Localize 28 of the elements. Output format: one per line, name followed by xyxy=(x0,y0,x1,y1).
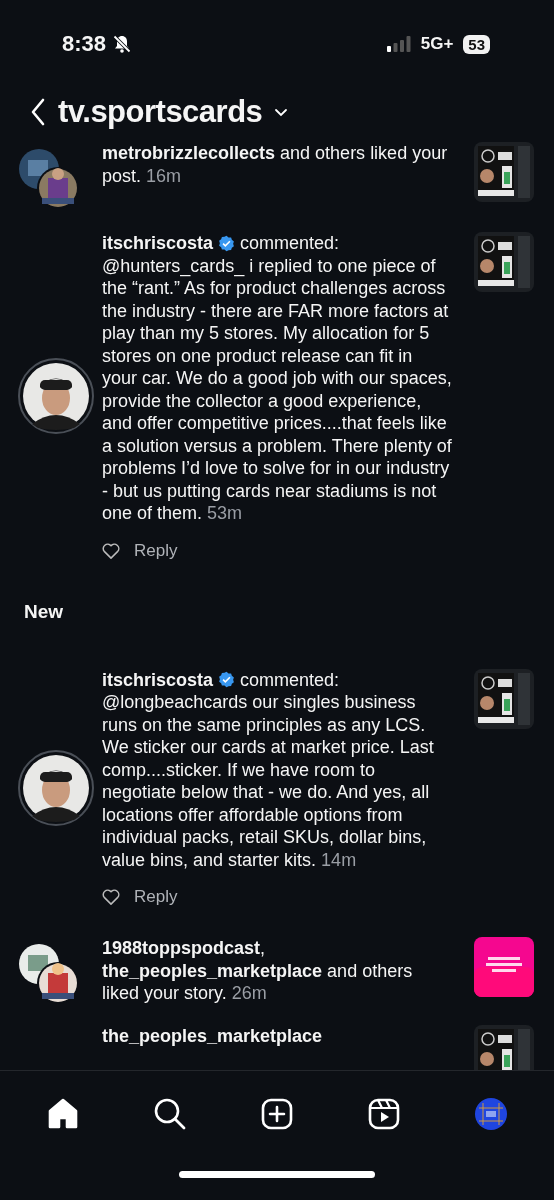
signal-icon xyxy=(386,36,411,52)
section-heading: New xyxy=(23,599,65,624)
username[interactable]: the_peoples_marketplace xyxy=(102,1026,323,1046)
network-label: 5G+ xyxy=(420,34,454,54)
chevron-down-icon[interactable] xyxy=(274,107,289,117)
battery-indicator: 53 xyxy=(463,34,490,54)
verified-badge-icon xyxy=(218,671,236,689)
username[interactable]: itschriscosta xyxy=(102,232,214,255)
bell-off-icon xyxy=(112,34,133,54)
heart-icon[interactable] xyxy=(102,542,120,559)
comment-text: @hunters_cards_ i replied to one piece of the “rant.” As for product challenges across the industry - there are FAR more factors at play than my 5 stores. My allocation for 5 stores on one product release can fit in your car. We do a good job with our spaces, provide the collector a good experience, and offer competitive prices....that feels like a solution versus a problem. There plenty of problems I’d love to solve for in our industry - but us putting cards near stadiums is not one of them. 53m xyxy=(102,254,452,525)
create-icon[interactable] xyxy=(261,1098,293,1130)
reply-button[interactable]: Reply xyxy=(134,887,178,907)
verified-badge-icon xyxy=(218,234,236,252)
comment-action: commented: xyxy=(240,232,340,255)
heart-icon[interactable] xyxy=(102,889,120,905)
status-time: 8:38 xyxy=(62,31,107,57)
comment-action: commented: xyxy=(240,668,340,691)
comment-text: @longbeachcards our singles business runs on the same principles as any LCS. We sticker our cards at market price. Last comp....sticker. If we have room to negotiate below that - we do. And yes, all locations offer affordable options from individual packs, retail SKUs, dollar bins, value bins, and starter kits. 14m xyxy=(102,691,435,871)
profile-avatar-icon[interactable] xyxy=(473,1097,508,1131)
back-icon[interactable] xyxy=(30,98,46,126)
notification-text: 1988toppspodcast, the_peoples_marketplace and others liked your story. 26m xyxy=(102,937,414,1005)
reels-icon[interactable] xyxy=(367,1098,400,1130)
reply-button[interactable]: Reply xyxy=(134,540,178,561)
username[interactable]: itschriscosta xyxy=(102,668,214,691)
search-icon[interactable] xyxy=(153,1097,188,1131)
account-title[interactable]: tv.sportscards xyxy=(58,94,263,130)
notification-text: metrobrizzlecollects and others liked your post. 16m xyxy=(102,142,449,187)
